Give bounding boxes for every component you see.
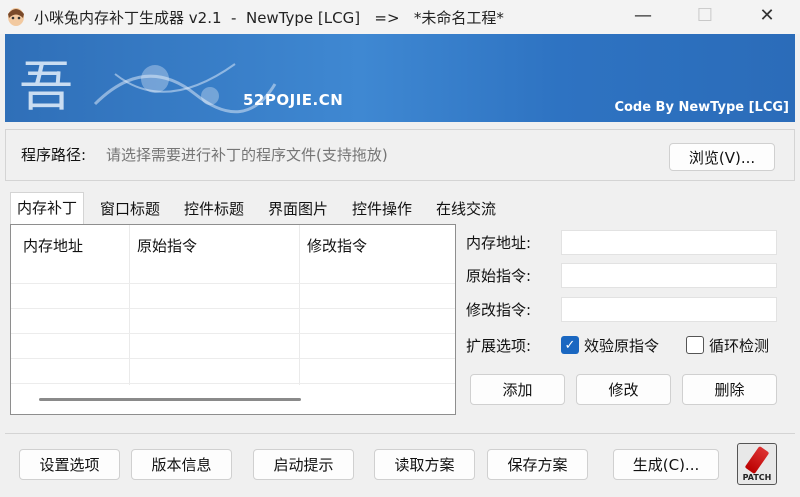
add-button[interactable]: 添加 xyxy=(470,374,565,405)
extension-options-label: 扩展选项: xyxy=(466,337,532,355)
startup-tip-button[interactable]: 启动提示 xyxy=(253,449,354,480)
tab-ui-image[interactable]: 界面图片 xyxy=(262,194,334,224)
version-info-button[interactable]: 版本信息 xyxy=(131,449,232,480)
original-instruction-input[interactable] xyxy=(561,263,777,288)
banner-credit-text: Code By NewType [LCG] xyxy=(614,100,789,115)
verify-original-checkbox[interactable]: ✓ xyxy=(561,336,579,354)
column-header-address[interactable]: 内存地址 xyxy=(23,235,83,256)
row-gridline xyxy=(11,308,455,309)
column-header-original[interactable]: 原始指令 xyxy=(137,235,197,256)
banner-logo: 吾 xyxy=(19,55,73,118)
row-gridline xyxy=(11,333,455,334)
patch-icon[interactable]: PATCH xyxy=(737,443,777,485)
edit-button[interactable]: 修改 xyxy=(576,374,671,405)
row-gridline xyxy=(11,358,455,359)
delete-button[interactable]: 删除 xyxy=(682,374,777,405)
column-header-modified[interactable]: 修改指令 xyxy=(307,235,367,256)
tab-control-title[interactable]: 控件标题 xyxy=(178,194,250,224)
tab-memory-patch[interactable]: 内存补丁 xyxy=(10,192,85,225)
settings-button[interactable]: 设置选项 xyxy=(19,449,120,480)
app-icon xyxy=(8,8,24,26)
column-divider xyxy=(299,225,300,385)
banner-image: 吾 52POJIE.CN Code By NewType [LCG] xyxy=(5,34,795,122)
loop-detect-checkbox[interactable] xyxy=(686,336,704,354)
original-instruction-label: 原始指令: xyxy=(466,267,532,285)
maximize-button[interactable]: ☐ xyxy=(682,0,728,30)
tab-control-operation[interactable]: 控件操作 xyxy=(346,194,418,224)
address-label: 内存地址: xyxy=(466,234,532,252)
patch-icon-text: PATCH xyxy=(742,473,772,482)
pen-icon xyxy=(744,445,770,475)
banner-site-text: 52POJIE.CN xyxy=(243,91,344,109)
program-path-label: 程序路径: xyxy=(21,146,87,164)
program-path-group: 程序路径: 浏览(V)... xyxy=(5,129,795,181)
address-input[interactable] xyxy=(561,230,777,255)
program-path-input[interactable] xyxy=(100,143,660,167)
save-scheme-button[interactable]: 保存方案 xyxy=(487,449,588,480)
patch-list[interactable]: 内存地址 原始指令 修改指令 xyxy=(10,224,456,415)
title-bar: 小咪兔内存补丁生成器 v2.1 - NewType [LCG] => *未命名工… xyxy=(0,0,800,34)
row-gridline xyxy=(11,283,455,284)
column-divider xyxy=(129,225,130,385)
generate-button[interactable]: 生成(C)... xyxy=(613,449,719,480)
tab-online-chat[interactable]: 在线交流 xyxy=(430,194,502,224)
load-scheme-button[interactable]: 读取方案 xyxy=(374,449,475,480)
row-gridline xyxy=(11,383,455,384)
minimize-button[interactable]: — xyxy=(620,0,666,30)
tab-window-title[interactable]: 窗口标题 xyxy=(94,194,166,224)
loop-detect-label[interactable]: 循环检测 xyxy=(709,335,769,356)
horizontal-scrollbar[interactable] xyxy=(39,398,301,401)
close-button[interactable]: ✕ xyxy=(744,0,790,30)
window-title: 小咪兔内存补丁生成器 v2.1 - NewType [LCG] => *未命名工… xyxy=(34,9,504,27)
modified-instruction-input[interactable] xyxy=(561,297,777,322)
patch-list-header: 内存地址 原始指令 修改指令 xyxy=(11,225,455,265)
verify-original-label[interactable]: 效验原指令 xyxy=(584,335,659,356)
modified-instruction-label: 修改指令: xyxy=(466,301,532,319)
browse-button[interactable]: 浏览(V)... xyxy=(669,143,775,171)
